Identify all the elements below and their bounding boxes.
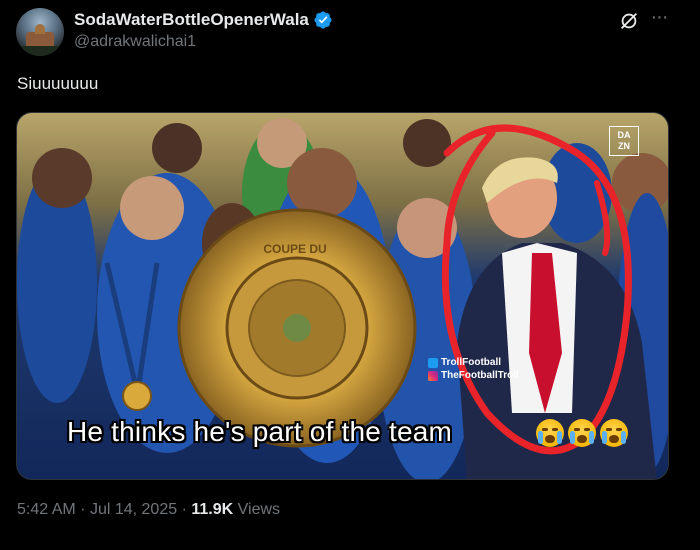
- watermark-ig-handle: TheFootballTroll: [441, 370, 519, 381]
- meta-separator: ·: [181, 501, 187, 518]
- views-label: Views: [237, 501, 281, 518]
- grok-icon[interactable]: [618, 10, 640, 32]
- broadcaster-logo: DA ZN: [609, 126, 639, 156]
- post-media-image[interactable]: COUPE DU DA ZN TrollFootball TheFootball…: [16, 112, 669, 480]
- x-logo-icon: [428, 357, 438, 368]
- post-date[interactable]: Jul 14, 2025: [90, 501, 177, 518]
- more-icon[interactable]: ···: [648, 7, 670, 30]
- meta-separator: ·: [80, 501, 86, 518]
- views-count: 11.9K: [191, 501, 234, 518]
- watermark-x-handle: TrollFootball: [441, 357, 501, 368]
- trophy-inscription: COUPE DU: [263, 242, 326, 256]
- author-handle[interactable]: @adrakwalichai1: [74, 33, 196, 51]
- author-name-row: SodaWaterBottleOpenerWala: [74, 10, 333, 30]
- verified-badge-icon: [314, 11, 332, 29]
- media-watermark: TrollFootball TheFootballTroll: [428, 356, 519, 382]
- post-metadata: 5:42 AM · Jul 14, 2025 · 11.9K Views: [17, 501, 280, 519]
- instagram-logo-icon: [428, 370, 438, 381]
- post-time[interactable]: 5:42 AM: [17, 501, 76, 518]
- author-display-name[interactable]: SodaWaterBottleOpenerWala: [74, 10, 309, 30]
- avatar[interactable]: [16, 8, 64, 56]
- post-text: Siuuuuuuu: [17, 74, 99, 93]
- loudly-crying-face-icon: [536, 419, 564, 447]
- loudly-crying-face-icon: [600, 419, 628, 447]
- caption-emojis: [536, 419, 628, 447]
- loudly-crying-face-icon: [568, 419, 596, 447]
- media-caption: He thinks he's part of the team: [67, 416, 453, 447]
